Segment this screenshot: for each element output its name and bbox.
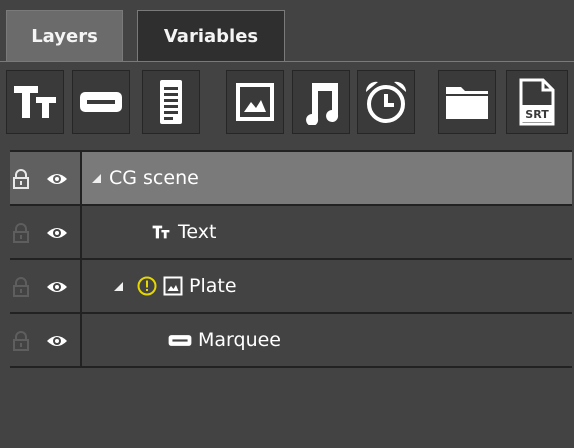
layer-name: CG scene	[109, 167, 199, 189]
lock-icon[interactable]	[12, 223, 30, 243]
eye-icon[interactable]	[46, 280, 68, 294]
add-marquee-button[interactable]	[72, 70, 130, 134]
text-icon	[14, 86, 56, 118]
add-audio-button[interactable]	[292, 70, 350, 134]
marquee-icon	[168, 334, 192, 346]
layer-name: Marquee	[198, 329, 281, 351]
layer-content: Marquee	[168, 314, 281, 366]
row-controls	[10, 314, 82, 366]
add-document-button[interactable]	[142, 70, 200, 134]
row-controls	[10, 206, 82, 258]
layer-content: Plate	[114, 260, 237, 312]
image-icon	[163, 276, 183, 296]
layer-name: Plate	[189, 275, 237, 297]
srt-file-icon: SRT	[519, 78, 555, 126]
row-controls	[10, 152, 82, 204]
document-icon	[160, 80, 182, 124]
text-icon	[152, 225, 170, 239]
add-image-button[interactable]	[226, 70, 284, 134]
warning-icon	[137, 276, 157, 296]
marquee-icon	[80, 92, 122, 112]
srt-badge: SRT	[525, 108, 549, 121]
layer-name: Text	[178, 221, 217, 243]
image-icon	[236, 83, 274, 121]
add-folder-button[interactable]	[438, 70, 496, 134]
music-icon	[306, 83, 339, 125]
layer-toolbar: SRT	[6, 70, 572, 136]
tab-variables-label: Variables	[163, 26, 259, 47]
collapse-arrow-icon[interactable]	[92, 173, 101, 183]
layer-content: Text	[150, 206, 216, 258]
layer-row-marquee[interactable]: Marquee	[10, 314, 572, 368]
tab-divider	[0, 61, 574, 62]
layer-row-plate[interactable]: Plate	[10, 260, 572, 314]
lock-icon[interactable]	[12, 277, 30, 297]
alarm-clock-icon	[365, 81, 407, 123]
add-subtitles-button[interactable]: SRT	[506, 70, 568, 134]
add-text-button[interactable]	[6, 70, 64, 134]
add-countdown-button[interactable]	[357, 70, 415, 134]
layers-panel: Layers Variables SRT CG scene Text Plate…	[0, 0, 574, 448]
eye-icon[interactable]	[46, 172, 68, 186]
lock-icon[interactable]	[12, 331, 30, 351]
layer-content: CG scene	[92, 152, 199, 204]
folder-icon	[446, 87, 488, 119]
lock-icon[interactable]	[12, 169, 30, 189]
eye-icon[interactable]	[46, 226, 68, 240]
tab-layers[interactable]: Layers	[6, 10, 123, 62]
layer-row-cg-scene[interactable]: CG scene	[10, 152, 572, 206]
layer-row-text[interactable]: Text	[10, 206, 572, 260]
tab-variables[interactable]: Variables	[137, 10, 285, 62]
eye-icon[interactable]	[46, 334, 68, 348]
row-controls	[10, 260, 82, 312]
tab-layers-label: Layers	[31, 26, 98, 47]
collapse-arrow-icon[interactable]	[114, 281, 123, 291]
